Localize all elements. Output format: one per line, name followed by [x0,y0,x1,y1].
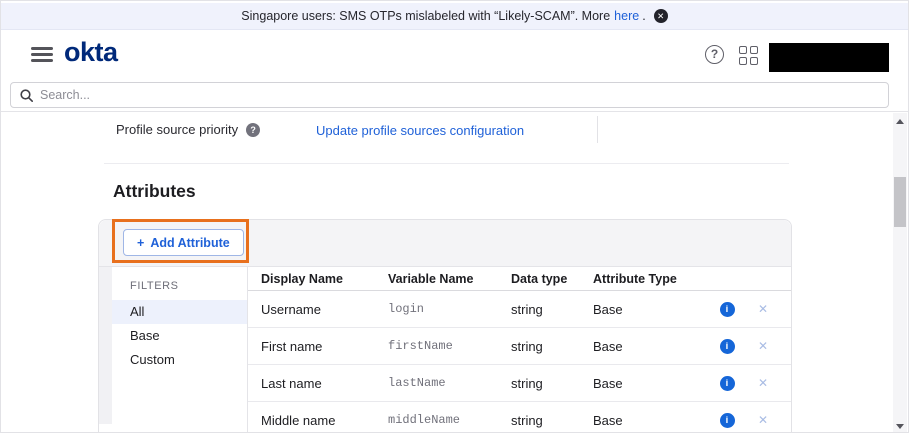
table-row: Username login string Base i ✕ [248,291,791,328]
banner-message-suffix: . [642,9,645,23]
banner-message: Singapore users: SMS OTPs mislabeled wit… [241,9,610,23]
app-header: okta ? [1,30,908,78]
filters-sidebar: FILTERS All Base Custom [112,267,247,372]
okta-admin-page: Singapore users: SMS OTPs mislabeled wit… [0,0,909,433]
attributes-table: Display Name Variable Name Data type Att… [248,267,791,433]
scroll-up-arrow-icon[interactable] [896,119,904,124]
column-divider [597,116,598,143]
cell-attribute-type: Base [593,376,709,391]
search-input[interactable] [40,88,888,102]
scrollbar-thumb[interactable] [894,177,906,227]
scroll-down-arrow-icon[interactable] [896,424,904,429]
help-icon[interactable]: ? [705,45,724,64]
filter-item-custom[interactable]: Custom [112,348,247,372]
table-row: First name firstName string Base i ✕ [248,328,791,365]
search-icon [20,89,33,102]
column-header-variable-name: Variable Name [388,272,511,286]
column-header-data-type: Data type [511,272,593,286]
cell-attribute-type: Base [593,339,709,354]
cell-display-name: Username [261,302,388,317]
banner-close-icon[interactable]: ✕ [654,9,668,23]
table-header-row: Display Name Variable Name Data type Att… [248,267,791,291]
column-header-display-name: Display Name [261,272,388,286]
plus-icon: + [137,236,144,250]
cell-variable-name: firstName [388,339,511,353]
remove-attribute-icon[interactable]: ✕ [758,413,768,427]
info-icon[interactable]: ? [246,123,260,137]
vertical-scrollbar[interactable] [893,113,907,433]
attributes-toolbar: + Add Attribute [99,220,791,267]
cell-data-type: string [511,413,593,428]
cell-display-name: Last name [261,376,388,391]
panel-left-gutter [99,267,112,424]
apps-grid-icon[interactable] [739,46,759,64]
cell-attribute-type: Base [593,413,709,428]
search-box[interactable] [10,82,889,108]
cell-attribute-type: Base [593,302,709,317]
remove-attribute-icon[interactable]: ✕ [758,376,768,390]
attributes-heading: Attributes [113,181,196,202]
info-icon[interactable]: i [720,339,735,354]
account-menu-redacted[interactable] [769,43,889,72]
table-row: Last name lastName string Base i ✕ [248,365,791,402]
cell-variable-name: lastName [388,376,511,390]
section-divider [104,163,789,164]
column-header-attribute-type: Attribute Type [593,272,709,286]
attributes-panel: + Add Attribute FILTERS All Base Custom … [98,219,792,433]
cell-data-type: string [511,376,593,391]
info-icon[interactable]: i [720,376,735,391]
banner-here-link[interactable]: here [614,9,639,23]
cell-variable-name: middleName [388,413,511,427]
notification-banner: Singapore users: SMS OTPs mislabeled wit… [1,3,908,30]
remove-attribute-icon[interactable]: ✕ [758,302,768,316]
info-icon[interactable]: i [720,302,735,317]
hamburger-menu-icon[interactable] [31,47,53,62]
filter-item-all[interactable]: All [112,300,247,324]
add-attribute-label: Add Attribute [150,236,229,250]
info-icon[interactable]: i [720,413,735,428]
remove-attribute-icon[interactable]: ✕ [758,339,768,353]
filter-item-base[interactable]: Base [112,324,247,348]
update-profile-sources-link[interactable]: Update profile sources configuration [316,123,524,138]
add-attribute-button[interactable]: + Add Attribute [123,229,244,256]
filters-label: FILTERS [130,280,247,292]
cell-data-type: string [511,302,593,317]
cell-display-name: First name [261,339,388,354]
search-bar-row [1,78,908,112]
cell-display-name: Middle name [261,413,388,428]
cell-data-type: string [511,339,593,354]
cell-variable-name: login [388,302,511,316]
okta-logo[interactable]: okta [64,37,118,68]
profile-source-priority-label: Profile source priority ? [116,122,260,137]
table-row: Middle name middleName string Base i ✕ [248,402,791,433]
